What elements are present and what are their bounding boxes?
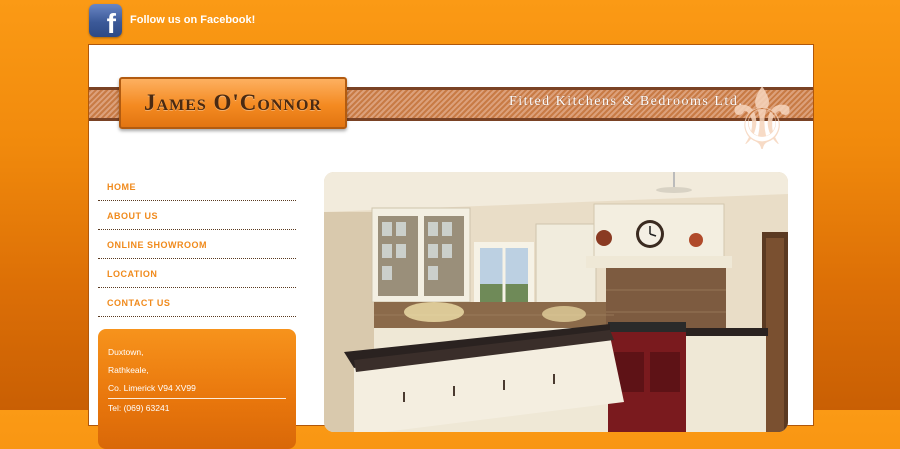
address-divider [108,398,286,399]
nav-item-home[interactable]: HOME [98,173,296,201]
facebook-glyph: f [106,7,116,37]
address-line-3: Co. Limerick V94 XV99 [108,383,196,393]
company-tagline: Fitted Kitchens & Bedrooms Ltd. [509,94,744,109]
address-line-1: Duxtown, [108,347,144,357]
facebook-follow-link[interactable]: f Follow us on Facebook! [89,3,255,37]
facebook-follow-label[interactable]: Follow us on Facebook! [130,14,255,26]
address-line-2: Rathkeale, [108,365,149,375]
main-navigation: HOME ABOUT US ONLINE SHOWROOM LOCATION C… [98,173,296,318]
nav-item-location[interactable]: LOCATION [98,260,296,288]
phone-number: Tel: (069) 63241 [108,403,170,413]
site-logo[interactable]: James O'Connor [119,77,347,129]
kitchen-photo-illustration [324,172,788,432]
logo-text: James O'Connor [144,90,322,115]
nav-item-online-showroom[interactable]: ONLINE SHOWROOM [98,231,296,259]
address-box: Duxtown, Rathkeale, Co. Limerick V94 XV9… [98,329,296,449]
nav-item-about-us[interactable]: ABOUT US [98,202,296,230]
page-container: James O'Connor Fitted Kitchens & Bedroom… [88,44,814,449]
fleur-de-lis-icon: ⚜ [723,70,801,170]
facebook-icon[interactable]: f [89,3,122,37]
nav-item-contact-us[interactable]: CONTACT US [98,289,296,317]
kitchen-showcase-image [324,172,788,432]
